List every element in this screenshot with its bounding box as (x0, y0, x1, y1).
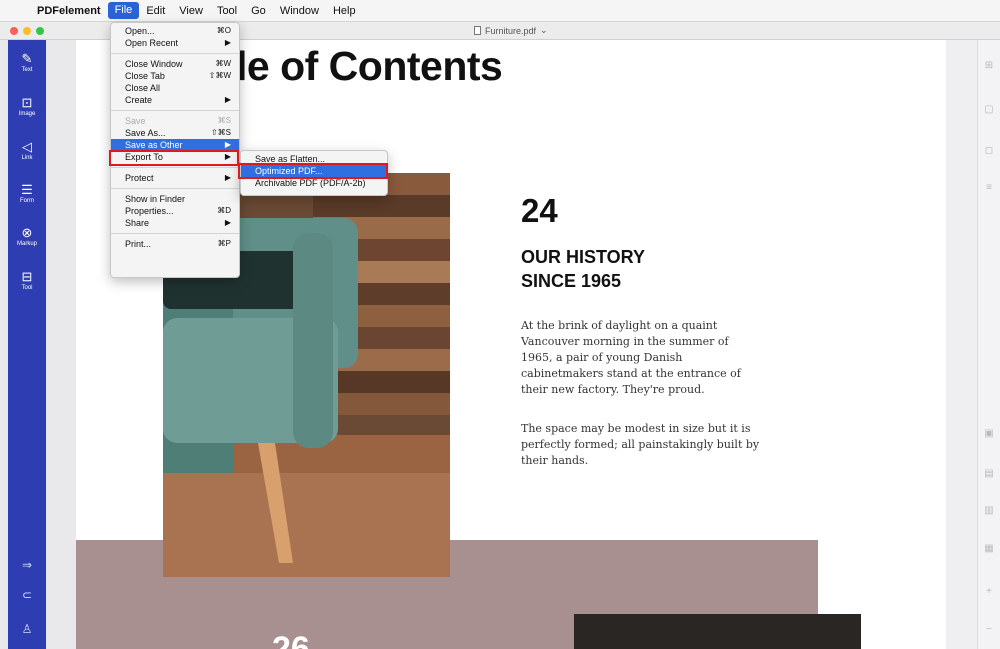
page-icon[interactable]: ▢ (983, 104, 995, 115)
tool-label: Link (21, 155, 33, 161)
form-icon: ☰ (21, 182, 33, 197)
zoom-out-icon[interactable]: − (983, 624, 995, 635)
close-window-button[interactable] (10, 27, 18, 35)
tool-label: Markup (16, 241, 37, 247)
markup-icon: ⊗ (21, 225, 33, 240)
tool-form[interactable]: ☰ Form (8, 183, 46, 205)
tool-label: Tool (21, 285, 33, 291)
tool-markup[interactable]: ⊗ Markup (8, 226, 46, 248)
bottom-photo (574, 614, 861, 649)
menu-go[interactable]: Go (244, 0, 273, 22)
section-number: 24 (521, 192, 558, 229)
save-as-other-submenu: Save as Flatten... Optimized PDF... Arch… (240, 150, 388, 196)
menu-item-print[interactable]: Print... ⌘P (111, 238, 239, 250)
menu-edit[interactable]: Edit (139, 0, 172, 22)
back-button[interactable]: ⊂ (8, 588, 46, 602)
menu-file[interactable]: File (107, 2, 140, 19)
collapse-button[interactable]: ⇒ (8, 558, 46, 572)
menu-view[interactable]: View (172, 0, 210, 22)
menu-item-save-as[interactable]: Save As... ⇧⌘S (111, 127, 239, 139)
right-panel: ⊞ ▢ ◻ ≡ ▣ ▤ ▥ ▦ + − (977, 40, 1000, 649)
tool-link[interactable]: ◁ Link (8, 140, 46, 162)
submenu-item-save-as-flatten[interactable]: Save as Flatten... (241, 153, 387, 165)
menu-separator (111, 188, 239, 189)
menu-item-properties[interactable]: Properties... ⌘D (111, 205, 239, 217)
section-heading-line2: SINCE 1965 (521, 271, 622, 291)
account-button[interactable]: ♙ (8, 622, 46, 636)
document-tab[interactable]: Furniture.pdf ⌄ (474, 25, 548, 36)
user-icon: ♙ (21, 622, 33, 636)
menu-bar: PDFelement File Edit View Tool Go Window… (0, 0, 1000, 22)
submenu-item-optimized-pdf[interactable]: Optimized PDF... (241, 165, 387, 177)
outline-icon[interactable]: ≡ (983, 182, 995, 193)
menu-item-close-window[interactable]: Close Window ⌘W (111, 58, 239, 70)
minimize-window-button[interactable] (23, 27, 31, 35)
panel-icon-2[interactable]: ▤ (983, 468, 995, 479)
next-section-number: 26 (272, 630, 310, 649)
menu-item-save-as-other[interactable]: Save as Other ▶ (111, 139, 239, 151)
history-paragraph-1: At the brink of daylight on a quaint Van… (521, 319, 741, 396)
tool-label: Form (20, 198, 34, 204)
panel-icon-3[interactable]: ▥ (983, 505, 995, 516)
menu-item-open-recent[interactable]: Open Recent ▶ (111, 37, 239, 49)
tool-icon: ⊟ (21, 269, 33, 284)
menu-item-show-in-finder[interactable]: Show in Finder (111, 193, 239, 205)
zoom-in-icon[interactable]: + (983, 586, 995, 597)
menu-item-close-tab[interactable]: Close Tab ⇧⌘W (111, 70, 239, 82)
thumbnails-icon[interactable]: ⊞ (983, 60, 995, 71)
page-title: le of Contents (236, 43, 503, 89)
menu-window[interactable]: Window (273, 0, 326, 22)
left-toolbar: ✎ Text ⊡ Image ◁ Link ☰ Form ⊗ Markup ⊟ … (8, 40, 46, 649)
tool-image[interactable]: ⊡ Image (8, 96, 46, 118)
menu-separator (111, 110, 239, 111)
submenu-arrow-icon: ▶ (224, 140, 231, 149)
tool-tool[interactable]: ⊟ Tool (8, 270, 46, 292)
page-gutter (946, 40, 977, 649)
document-icon (474, 26, 481, 35)
menu-separator (111, 53, 239, 54)
submenu-arrow-icon: ▶ (224, 38, 231, 47)
menu-separator (111, 233, 239, 234)
bookmark-icon[interactable]: ◻ (983, 145, 995, 156)
submenu-item-archivable-pdf[interactable]: Archivable PDF (PDF/A-2b) (241, 177, 387, 189)
app-screen: PDFelement File Edit View Tool Go Window… (0, 0, 1000, 649)
menu-help[interactable]: Help (326, 0, 363, 22)
chevron-down-icon: ⌄ (540, 25, 548, 35)
submenu-arrow-icon: ▶ (224, 173, 231, 182)
image-icon: ⊡ (21, 95, 33, 110)
submenu-arrow-icon: ▶ (224, 95, 231, 104)
panel-icon-1[interactable]: ▣ (983, 428, 995, 439)
menu-item-save[interactable]: Save ⌘S (111, 115, 239, 127)
menu-item-protect[interactable]: Protect ▶ (111, 172, 239, 184)
section-heading: OUR HISTORY SINCE 1965 (521, 245, 645, 293)
tool-text[interactable]: ✎ Text (8, 52, 46, 74)
tool-label: Text (21, 67, 33, 73)
tool-label: Image (18, 111, 36, 117)
submenu-arrow-icon: ▶ (224, 152, 231, 161)
menu-separator (111, 167, 239, 168)
history-paragraph-2: The space may be modest in size but it i… (521, 422, 760, 467)
document-title: Furniture.pdf (485, 25, 537, 36)
menu-item-export-to[interactable]: Export To ▶ (111, 151, 239, 163)
submenu-arrow-icon: ▶ (224, 218, 231, 227)
menu-app-name[interactable]: PDFelement (30, 0, 108, 22)
traffic-lights (10, 27, 44, 35)
section-heading-line1: OUR HISTORY (521, 247, 646, 267)
menu-item-close-all[interactable]: Close All (111, 82, 239, 94)
pencil-icon: ✎ (21, 51, 33, 66)
arrow-right-icon: ⇒ (21, 558, 33, 572)
maximize-window-button[interactable] (36, 27, 44, 35)
file-menu: Open... ⌘O Open Recent ▶ Close Window ⌘W Cl… (110, 22, 240, 278)
link-icon: ◁ (22, 139, 32, 154)
panel-icon-4[interactable]: ▦ (983, 543, 995, 554)
menu-tool[interactable]: Tool (210, 0, 244, 22)
menu-item-create[interactable]: Create ▶ (111, 94, 239, 106)
menu-item-open[interactable]: Open... ⌘O (111, 25, 239, 37)
arrow-back-icon: ⊂ (21, 588, 33, 602)
menu-item-share[interactable]: Share ▶ (111, 217, 239, 229)
